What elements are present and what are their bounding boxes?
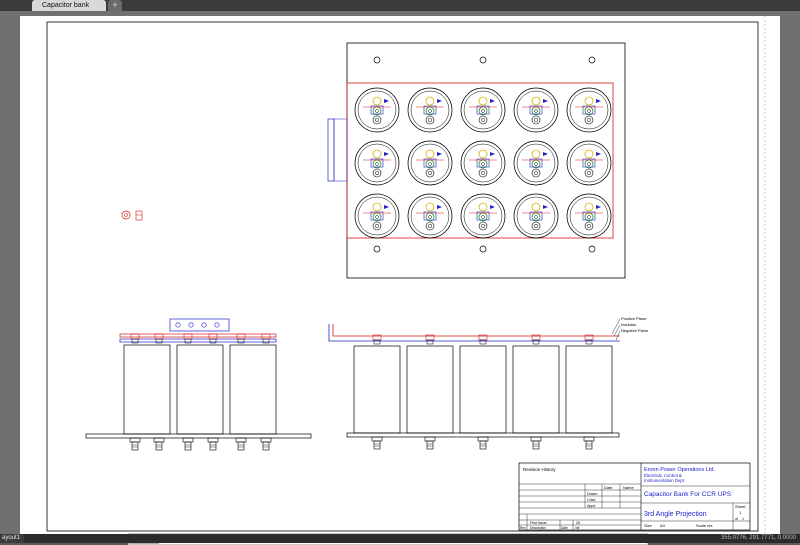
capacitor-can xyxy=(566,87,612,133)
mounting-stud xyxy=(530,334,542,450)
side-view-right: Positive Plane Insulator Negative Plane xyxy=(328,316,649,450)
capacitor-can xyxy=(513,87,559,133)
capacitor-can xyxy=(407,140,453,186)
drawing-canvas[interactable]: Positive Plane Insulator Negative Plane … xyxy=(0,11,800,545)
mounting-stud xyxy=(583,334,595,450)
mounting-stud xyxy=(371,334,383,450)
sheet-border xyxy=(46,21,759,532)
size-value: A3 xyxy=(660,523,666,528)
revision-title: Revision History xyxy=(523,467,556,472)
capacitor-grid xyxy=(354,87,612,239)
sheet-num: 1 xyxy=(739,510,742,515)
sheet-of: of xyxy=(735,517,738,521)
title-block: Revision History Date Name Drawn Chkd Ap… xyxy=(518,462,751,531)
tab-bar: Capacitor bank + xyxy=(0,0,800,11)
paper-sheet: Positive Plane Insulator Negative Plane … xyxy=(20,16,780,537)
small-part xyxy=(121,210,143,221)
add-tab-button[interactable]: + xyxy=(108,0,122,11)
capacitor-can xyxy=(407,193,453,239)
capacitor-can xyxy=(354,193,400,239)
side-view-left xyxy=(85,318,312,451)
mount-holes xyxy=(373,56,596,253)
mounting-stud xyxy=(129,333,141,451)
capacitor-can xyxy=(566,193,612,239)
sheet-label: Sheet xyxy=(735,504,746,509)
top-view xyxy=(327,42,626,279)
capacitor-can xyxy=(460,193,506,239)
mounting-stud xyxy=(477,334,489,450)
mounting-stud xyxy=(182,333,194,451)
first-issue-label: First Issue xyxy=(530,521,547,525)
desc-col: Description xyxy=(530,526,546,530)
size-label: Size xyxy=(644,523,653,528)
coordinate-readout: 355.0776, 291.7771, 0.0000 xyxy=(720,535,796,541)
init-col: Init xyxy=(575,526,579,530)
insulator-label: Insulator xyxy=(621,322,637,327)
mounting-stud xyxy=(207,333,219,451)
appd-label: Appd xyxy=(587,504,595,508)
layout-tab[interactable]: ayout1 xyxy=(0,534,24,543)
col-date: Date xyxy=(604,485,613,490)
capacitor-can xyxy=(407,87,453,133)
positive-plane-label: Positive Plane xyxy=(621,316,647,321)
tab-capacitor-bank[interactable]: Capacitor bank xyxy=(32,0,106,11)
terminal-block xyxy=(169,318,230,332)
chkd-label: Chkd xyxy=(587,498,595,502)
drawn-label: Drawn xyxy=(587,492,597,496)
col-name: Name xyxy=(623,485,634,490)
drawing-title: Capacitor Bank For CCR UPS xyxy=(644,491,732,498)
capacitor-can xyxy=(513,140,559,186)
capacitor-can xyxy=(354,140,400,186)
capacitor-can xyxy=(566,140,612,186)
rev-col: Rev xyxy=(520,526,526,530)
projection-label: 3rd Angle Projection xyxy=(644,511,707,518)
drawing-svg: Positive Plane Insulator Negative Plane … xyxy=(46,16,766,537)
scale-label: Scale nts xyxy=(696,523,712,528)
first-issue-date: 26 xyxy=(576,521,580,525)
capacitor-can xyxy=(354,87,400,133)
capacitor-can xyxy=(513,193,559,239)
mounting-stud xyxy=(260,333,272,451)
status-bar: ayout1 355.0776, 291.7771, 0.0000 xyxy=(0,534,800,543)
capacitor-can xyxy=(460,140,506,186)
sheet-total: 1 xyxy=(742,517,744,521)
company-line3: Instrumentation Dept. xyxy=(644,478,685,483)
date-col: Date xyxy=(561,526,568,530)
mounting-stud xyxy=(235,333,247,451)
mounting-stud xyxy=(153,333,165,451)
capacitor-can xyxy=(460,87,506,133)
mounting-stud xyxy=(424,334,436,450)
negative-plane-label: Negative Plane xyxy=(621,328,649,333)
side-bracket xyxy=(327,118,335,182)
